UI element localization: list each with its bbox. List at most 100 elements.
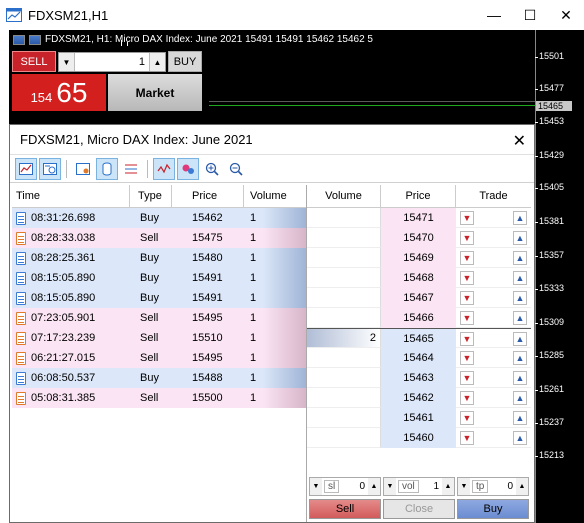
sell-limit-chevron-down-icon[interactable]: ▼ xyxy=(460,411,474,425)
buy-limit-chevron-up-icon[interactable]: ▲ xyxy=(513,291,527,305)
trade-row[interactable]: 06:21:27.015 Sell 15495 1 xyxy=(12,348,306,368)
column-header-trade[interactable]: Trade xyxy=(456,185,531,207)
sl-decrease-icon[interactable]: ▼ xyxy=(310,478,322,495)
window-close-button[interactable]: ✕ xyxy=(548,0,584,30)
trade-row[interactable]: 05:08:31.385 Sell 15500 1 xyxy=(12,388,306,408)
buy-limit-chevron-up-icon[interactable]: ▲ xyxy=(513,271,527,285)
tp-increase-icon[interactable]: ▲ xyxy=(516,478,528,495)
trade-row[interactable]: 08:15:05.890 Buy 15491 1 xyxy=(12,268,306,288)
sell-limit-chevron-down-icon[interactable]: ▼ xyxy=(460,332,474,346)
orders-list-icon[interactable] xyxy=(120,158,142,180)
column-header-book-volume[interactable]: Volume xyxy=(307,185,381,207)
buy-limit-chevron-up-icon[interactable]: ▲ xyxy=(513,431,527,445)
trade-price: 15510 xyxy=(192,332,223,344)
lot-increase-icon[interactable]: ▲ xyxy=(149,53,165,71)
trade-row[interactable]: 08:31:26.698 Buy 15462 1 xyxy=(12,208,306,228)
sell-limit-chevron-down-icon[interactable]: ▼ xyxy=(460,371,474,385)
trade-type: Buy xyxy=(140,372,159,384)
trade-row[interactable]: 08:28:25.361 Buy 15480 1 xyxy=(12,248,306,268)
trade-price: 15500 xyxy=(192,392,223,404)
sell-limit-chevron-down-icon[interactable]: ▼ xyxy=(460,251,474,265)
sell-limit-chevron-down-icon[interactable]: ▼ xyxy=(460,391,474,405)
one-click-sell-label[interactable]: SELL xyxy=(12,51,56,72)
sl-increase-icon[interactable]: ▲ xyxy=(368,478,380,495)
one-click-sell-button[interactable]: 154 65 xyxy=(12,74,106,111)
buy-limit-chevron-up-icon[interactable]: ▲ xyxy=(513,391,527,405)
book-volume xyxy=(307,248,381,268)
window-title: FDXSM21,H1 xyxy=(28,7,109,23)
stop-loss-stepper[interactable]: ▼ sl 0 ▲ xyxy=(309,477,381,496)
vol-value[interactable]: 1 xyxy=(421,481,442,492)
sell-limit-chevron-down-icon[interactable]: ▼ xyxy=(460,271,474,285)
buy-limit-chevron-up-icon[interactable]: ▲ xyxy=(513,231,527,245)
take-profit-stepper[interactable]: ▼ tp 0 ▲ xyxy=(457,477,529,496)
book-volume xyxy=(307,368,381,388)
price-tick: 15429 xyxy=(534,150,565,160)
trade-row[interactable]: 06:08:50.537 Buy 15488 1 xyxy=(12,368,306,388)
trade-time: 08:15:05.890 xyxy=(31,292,96,304)
bubbles-icon[interactable] xyxy=(177,157,199,180)
buy-limit-chevron-up-icon[interactable]: ▲ xyxy=(513,311,527,325)
lot-decrease-icon[interactable]: ▼ xyxy=(59,53,75,71)
chart-info-line: FDXSM21, H1: Micro DAX Index: June 2021 … xyxy=(13,34,373,45)
sell-limit-chevron-down-icon[interactable]: ▼ xyxy=(460,351,474,365)
candle xyxy=(121,40,122,46)
book-row: 15470 ▼ ▲ xyxy=(307,228,531,248)
book-row: 15462 ▼ ▲ xyxy=(307,388,531,408)
book-row: 15464 ▼ ▲ xyxy=(307,348,531,368)
column-header-price[interactable]: Price xyxy=(172,185,244,207)
book-volume xyxy=(307,288,381,308)
buy-limit-chevron-up-icon[interactable]: ▲ xyxy=(513,351,527,365)
trade-type: Sell xyxy=(140,352,159,364)
filter-trades-icon[interactable] xyxy=(72,158,94,180)
trade-price: 15495 xyxy=(192,352,223,364)
column-header-time[interactable]: Time xyxy=(12,185,130,207)
one-click-buy-label[interactable]: BUY xyxy=(168,51,202,72)
dom-close-button[interactable]: ✕ xyxy=(513,131,526,151)
sl-value[interactable]: 0 xyxy=(341,481,368,492)
lot-stepper[interactable]: ▼ 1 ▲ xyxy=(58,52,166,72)
close-position-button[interactable]: Close xyxy=(383,499,455,519)
sell-button[interactable]: Sell xyxy=(309,499,381,519)
vol-decrease-icon[interactable]: ▼ xyxy=(384,478,396,495)
buy-button[interactable]: Buy xyxy=(457,499,529,519)
sell-limit-chevron-down-icon[interactable]: ▼ xyxy=(460,211,474,225)
trade-row[interactable]: 08:15:05.890 Buy 15491 1 xyxy=(12,288,306,308)
cylinder-icon[interactable] xyxy=(96,157,118,180)
book-price: 15461 xyxy=(381,408,456,428)
buy-limit-chevron-up-icon[interactable]: ▲ xyxy=(513,332,527,346)
sell-limit-chevron-down-icon[interactable]: ▼ xyxy=(460,231,474,245)
sell-limit-chevron-down-icon[interactable]: ▼ xyxy=(460,311,474,325)
buy-limit-chevron-up-icon[interactable]: ▲ xyxy=(513,251,527,265)
buy-limit-chevron-up-icon[interactable]: ▲ xyxy=(513,411,527,425)
column-header-book-price[interactable]: Price xyxy=(381,185,456,207)
sparkline-icon[interactable] xyxy=(153,157,175,180)
maximize-button[interactable]: ☐ xyxy=(512,0,548,30)
depth-of-market-dialog: FDXSM21, Micro DAX Index: June 2021 ✕ Ti… xyxy=(9,124,535,523)
book-volume xyxy=(307,208,381,228)
vol-increase-icon[interactable]: ▲ xyxy=(442,478,454,495)
zoom-in-icon[interactable] xyxy=(201,158,223,180)
tick-chart-icon[interactable] xyxy=(15,157,37,180)
trade-row[interactable]: 08:28:33.038 Sell 15475 1 xyxy=(12,228,306,248)
one-click-trading-panel: SELL ▼ 1 ▲ BUY 154 65 Market xyxy=(12,51,202,111)
minimize-button[interactable]: — xyxy=(476,0,512,30)
time-sales-icon[interactable] xyxy=(39,157,61,180)
column-header-type[interactable]: Type xyxy=(130,185,172,207)
lot-value[interactable]: 1 xyxy=(75,56,149,68)
sell-limit-chevron-down-icon[interactable]: ▼ xyxy=(460,431,474,445)
tp-decrease-icon[interactable]: ▼ xyxy=(458,478,470,495)
tp-value[interactable]: 0 xyxy=(490,481,516,492)
volume-stepper[interactable]: ▼ vol 1 ▲ xyxy=(383,477,455,496)
market-button[interactable]: Market xyxy=(108,74,202,111)
book-price: 15462 xyxy=(381,388,456,408)
buy-limit-chevron-up-icon[interactable]: ▲ xyxy=(513,371,527,385)
buy-limit-chevron-up-icon[interactable]: ▲ xyxy=(513,211,527,225)
trade-row[interactable]: 07:23:05.901 Sell 15495 1 xyxy=(12,308,306,328)
trade-row[interactable]: 07:17:23.239 Sell 15510 1 xyxy=(12,328,306,348)
sell-limit-chevron-down-icon[interactable]: ▼ xyxy=(460,291,474,305)
chart-info-text: FDXSM21, H1: Micro DAX Index: June 2021 … xyxy=(45,34,373,45)
zoom-out-icon[interactable] xyxy=(225,158,247,180)
column-header-volume[interactable]: Volume xyxy=(244,185,306,207)
book-price: 15465 xyxy=(381,329,456,348)
